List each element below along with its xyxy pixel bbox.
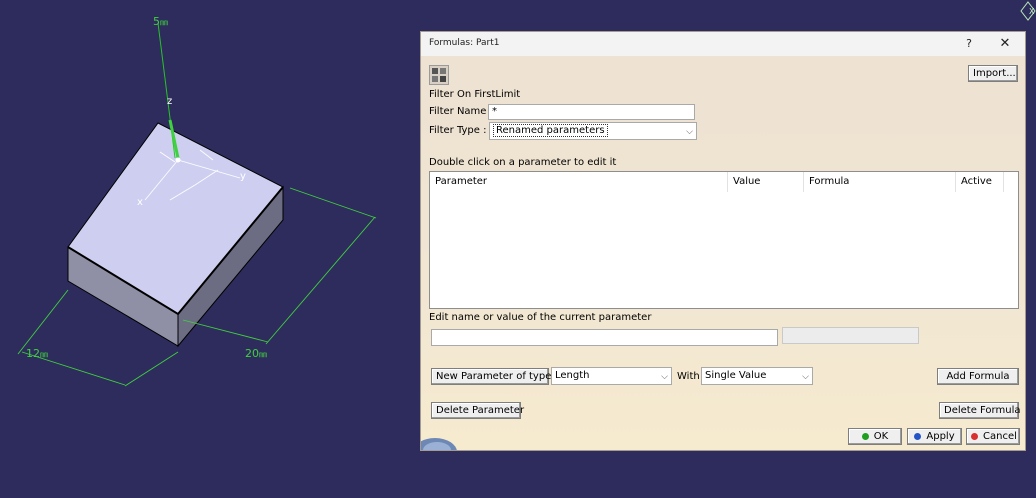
dialog-title: Formulas: Part1 — [429, 38, 500, 48]
import-button[interactable]: Import... — [968, 65, 1018, 82]
dimension-length[interactable]: 20㎜ — [245, 347, 267, 360]
parameter-type-select[interactable]: Length ⌵ — [551, 367, 672, 385]
close-button[interactable]: ✕ — [993, 35, 1017, 53]
value-type-value: Single Value — [705, 370, 767, 381]
formulas-dialog: Formulas: Part1 ? ✕ Import... Filter On … — [420, 31, 1026, 451]
axis-y-label: y — [240, 171, 246, 182]
cancel-label: Cancel — [983, 431, 1017, 442]
chevron-down-icon: ⌵ — [661, 372, 668, 382]
dimension-unit: ㎜ — [40, 350, 48, 359]
dimension-unit: ㎜ — [160, 18, 168, 27]
value-type-select[interactable]: Single Value ⌵ — [701, 367, 813, 385]
axis-x-label: x — [137, 197, 143, 208]
table-hint-label: Double click on a parameter to edit it — [429, 157, 617, 168]
edit-label: Edit name or value of the current parame… — [429, 312, 652, 323]
filter-settings-icon[interactable] — [429, 65, 449, 85]
dialog-titlebar[interactable]: Formulas: Part1 ? ✕ — [421, 32, 1025, 56]
dimension-unit: ㎜ — [259, 350, 267, 359]
filter-type-label: Filter Type : — [429, 125, 487, 136]
compass-label: X — [1029, 7, 1035, 16]
delete-formula-button[interactable]: Delete Formula — [939, 402, 1020, 419]
column-header-value[interactable]: Value — [728, 172, 804, 192]
filter-name-input[interactable]: * — [488, 104, 695, 120]
filter-name-label: Filter Name : — [429, 106, 493, 117]
parameter-table[interactable]: Parameter Value Formula Active — [429, 171, 1019, 309]
help-button[interactable]: ? — [957, 35, 981, 53]
3d-viewport[interactable]: z y x — [0, 0, 420, 498]
apply-button[interactable]: Apply — [907, 428, 962, 445]
axis-z-label: z — [167, 96, 172, 107]
ok-icon — [861, 433, 869, 440]
chevron-down-icon: ⌵ — [686, 127, 693, 137]
apply-icon — [914, 433, 922, 440]
cancel-icon — [971, 433, 978, 440]
edit-value-input — [782, 327, 919, 344]
dimension-width[interactable]: 12㎜ — [26, 347, 48, 360]
column-header-formula[interactable]: Formula — [804, 172, 956, 192]
ok-button[interactable]: OK — [848, 428, 902, 445]
app-logo-icon — [421, 438, 457, 450]
with-label: With — [677, 371, 700, 382]
filter-type-select[interactable]: Renamed parameters ⌵ — [489, 122, 697, 140]
compass-icon[interactable]: X — [1020, 0, 1036, 22]
filter-section-label: Filter On FirstLimit — [429, 89, 521, 100]
dimension-width-value: 12 — [26, 347, 40, 360]
cancel-button[interactable]: Cancel — [966, 428, 1020, 445]
column-header-parameter[interactable]: Parameter — [430, 172, 728, 192]
apply-label: Apply — [926, 431, 955, 442]
dimension-height-value: 5 — [153, 15, 160, 28]
dimension-length-value: 20 — [245, 347, 259, 360]
column-header-active[interactable]: Active — [956, 172, 1004, 192]
ok-label: OK — [873, 431, 889, 442]
chevron-down-icon: ⌵ — [802, 372, 809, 382]
edit-name-input[interactable] — [431, 329, 778, 346]
filter-type-value: Renamed parameters — [493, 124, 608, 137]
new-parameter-button[interactable]: New Parameter of type — [431, 368, 551, 385]
parameter-type-value: Length — [555, 370, 590, 381]
dimension-height[interactable]: 5㎜ — [153, 15, 168, 28]
add-formula-button[interactable]: Add Formula — [937, 368, 1019, 385]
delete-parameter-button[interactable]: Delete Parameter — [431, 402, 524, 419]
